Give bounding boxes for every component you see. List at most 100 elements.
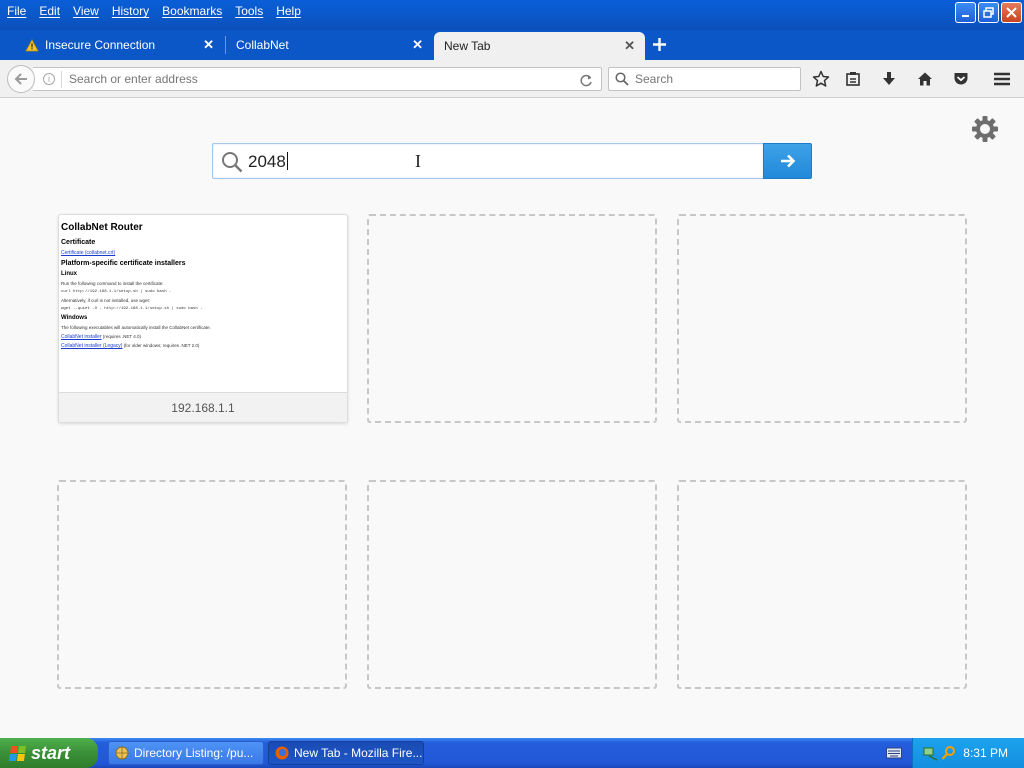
- close-icon: [1006, 7, 1017, 18]
- menu-history[interactable]: History: [111, 2, 155, 20]
- menu-edit[interactable]: Edit: [38, 2, 66, 20]
- empty-tile: [677, 480, 967, 689]
- thumbnail-text: CollabNet installer (requires .NET 4.0): [61, 334, 345, 340]
- taskbar: start Directory Listing: /pu... New Tab …: [0, 738, 1024, 768]
- plus-icon: [653, 38, 666, 51]
- windows-logo-icon: [8, 745, 27, 761]
- start-label: start: [31, 742, 71, 763]
- thumbnail-link: CollabNet installer (Legacy): [61, 343, 123, 349]
- search-tray-icon[interactable]: [941, 745, 957, 761]
- thumbnail-text: Run the following command to install the…: [61, 281, 164, 286]
- address-input[interactable]: [67, 70, 567, 88]
- tab-collabnet[interactable]: CollabNet ✕: [226, 30, 433, 60]
- warning-icon: [25, 38, 39, 51]
- thumbnail-text: The following executables will automatic…: [61, 325, 211, 330]
- thumbnail-note: (requires .NET 4.0): [102, 334, 142, 339]
- minimize-button[interactable]: [955, 2, 976, 23]
- thumbnail-code: wget --quiet -O - http://192.168.1.1/set…: [61, 307, 203, 311]
- thumbnail-link: Certificate (collabnet.crt): [61, 250, 116, 256]
- tab-insecure-connection[interactable]: Insecure Connection ✕: [15, 30, 224, 60]
- thumbnail-title: CollabNet Router: [61, 222, 143, 233]
- close-window-button[interactable]: [1001, 2, 1022, 23]
- thumbnail-subheading: Windows: [61, 315, 88, 321]
- home-icon: [918, 72, 932, 86]
- thumbnail-link: CollabNet installer: [61, 334, 102, 340]
- newtab-search-text: 2048: [248, 152, 288, 171]
- text-cursor-icon: I: [415, 151, 421, 171]
- bookmark-star-button[interactable]: [811, 69, 831, 89]
- search-icon: [222, 152, 243, 173]
- thumbnail-note: (for older windows; requires .NET 2.0): [123, 343, 200, 348]
- thumbnail-text: Alternatively, if curl is not installed,…: [61, 298, 150, 303]
- network-tray-icon[interactable]: [923, 745, 939, 761]
- system-tray: 8:31 PM: [912, 738, 1024, 768]
- top-site-tile[interactable]: CollabNet Router Certificate Certificate…: [58, 214, 348, 423]
- menu-help[interactable]: Help: [275, 2, 307, 20]
- info-icon[interactable]: i: [43, 73, 55, 85]
- thumbnail-heading: Platform-specific certificate installers: [61, 260, 186, 267]
- title-bar: File Edit View History Bookmarks Tools H…: [0, 0, 1024, 30]
- back-button[interactable]: [7, 65, 35, 93]
- empty-tile: [57, 480, 347, 689]
- thumbnail-heading: Certificate: [61, 239, 96, 246]
- thumbnail-text: CollabNet installer (Legacy) (for older …: [61, 343, 345, 349]
- menu-tools[interactable]: Tools: [234, 2, 269, 20]
- clipboard-icon: [846, 72, 860, 86]
- home-button[interactable]: [915, 69, 935, 89]
- search-bar: [608, 67, 801, 91]
- thumbnail-subheading: Linux: [61, 271, 77, 277]
- start-button[interactable]: start: [0, 738, 98, 768]
- menu-bookmarks[interactable]: Bookmarks: [161, 2, 228, 20]
- back-arrow-icon: [14, 73, 27, 85]
- tab-close-button[interactable]: ✕: [203, 37, 214, 53]
- menu-bar: File Edit View History Bookmarks Tools H…: [6, 2, 313, 20]
- firefox-icon: [275, 746, 289, 760]
- search-icon: [615, 72, 629, 86]
- open-menu-button[interactable]: [992, 69, 1012, 89]
- tile-thumbnail: CollabNet Router Certificate Certificate…: [59, 215, 347, 393]
- empty-tile: [677, 214, 967, 423]
- clock: 8:31 PM: [963, 746, 1008, 760]
- pocket-button[interactable]: [951, 69, 971, 89]
- restore-icon: [983, 7, 994, 18]
- tab-close-button[interactable]: ✕: [412, 37, 423, 53]
- tab-label: Insecure Connection: [45, 38, 156, 52]
- url-bar: i: [33, 67, 602, 91]
- network-globe-icon: [115, 746, 129, 760]
- minimize-icon: [961, 14, 969, 17]
- url-separator: [61, 71, 62, 88]
- search-input[interactable]: [633, 70, 793, 88]
- menu-view[interactable]: View: [72, 2, 105, 20]
- reading-list-button[interactable]: [843, 69, 863, 89]
- tab-strip: Insecure Connection ✕ CollabNet ✕ New Ta…: [0, 30, 1024, 60]
- tab-label: New Tab: [444, 39, 491, 53]
- empty-tile: [367, 214, 657, 423]
- newtab-search-input[interactable]: 2048: [212, 143, 763, 179]
- thumbnail-code: curl http://192.168.1.1/setup.sh | sudo …: [61, 290, 172, 294]
- restore-button[interactable]: [978, 2, 999, 23]
- window-controls: [955, 2, 1022, 23]
- tab-new-tab[interactable]: New Tab ✕: [434, 32, 645, 60]
- taskbar-item-label: Directory Listing: /pu...: [134, 746, 254, 760]
- pocket-icon: [954, 73, 968, 85]
- tab-label: CollabNet: [236, 38, 289, 52]
- tile-caption: 192.168.1.1: [59, 393, 347, 422]
- reload-icon[interactable]: [580, 70, 593, 91]
- arrow-right-icon: [780, 154, 795, 168]
- downloads-button[interactable]: [879, 69, 899, 89]
- gear-icon[interactable]: [971, 115, 999, 148]
- hamburger-menu-icon: [994, 72, 1010, 86]
- new-tab-page: 2048 I CollabNet Router Certificate Cert…: [0, 99, 1024, 738]
- menu-file[interactable]: File: [6, 2, 32, 20]
- star-icon: [812, 70, 830, 87]
- taskbar-item-directory-listing[interactable]: Directory Listing: /pu...: [108, 741, 264, 765]
- new-tab-button[interactable]: [653, 34, 666, 55]
- taskbar-item-firefox[interactable]: New Tab - Mozilla Fire...: [268, 741, 424, 765]
- newtab-search-form: 2048: [212, 143, 812, 179]
- empty-tile: [367, 480, 657, 689]
- keyboard-icon[interactable]: [886, 747, 902, 759]
- navigation-bar: i: [0, 60, 1024, 98]
- download-icon: [883, 72, 895, 85]
- search-submit-button[interactable]: [763, 143, 812, 179]
- tab-close-button[interactable]: ✕: [624, 38, 635, 54]
